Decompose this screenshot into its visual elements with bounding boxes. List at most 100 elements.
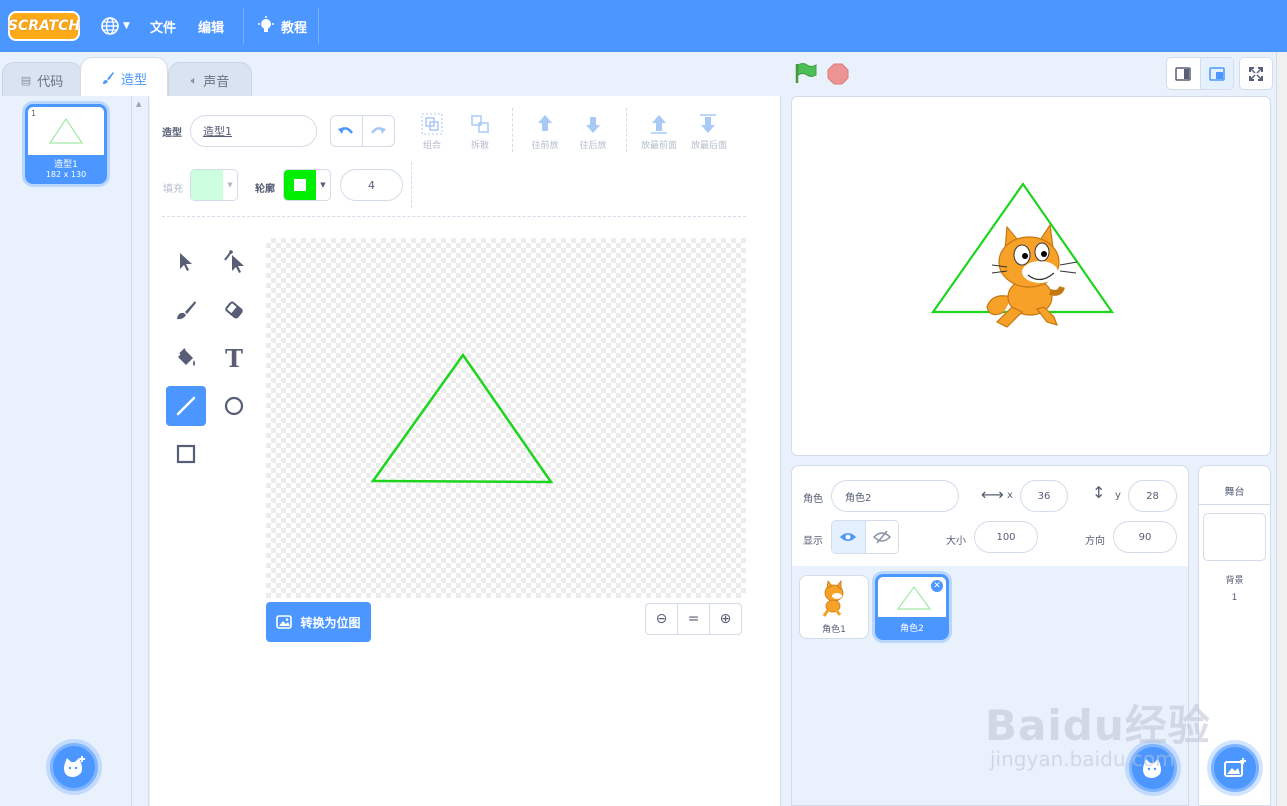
stop-icon [827, 63, 849, 85]
fullscreen-button[interactable] [1239, 57, 1273, 90]
zoom-out-icon: ⊖ [655, 611, 668, 627]
scroll-up-icon[interactable]: ▲ [136, 100, 141, 108]
forward-button[interactable] [535, 113, 555, 139]
eraser-tool[interactable] [214, 290, 254, 330]
zoom-in-button[interactable]: ⊕ [710, 604, 741, 634]
chevron-down-icon: ▼ [227, 181, 233, 189]
fill-tool[interactable] [166, 338, 206, 378]
costume-dimensions: 182 x 130 [45, 170, 87, 179]
direction-label: 方向 [1085, 536, 1105, 547]
backward-label: 往后放 [579, 141, 607, 151]
hide-button[interactable] [865, 521, 898, 553]
stage-size-toggle [1166, 57, 1234, 90]
delete-sprite-button[interactable]: ✕ [930, 579, 944, 593]
size-input[interactable]: 100 [974, 521, 1038, 553]
stage-title: 舞台 [1224, 487, 1245, 498]
back-button[interactable] [698, 113, 718, 139]
eraser-icon [225, 301, 243, 319]
paint-canvas[interactable] [266, 238, 746, 598]
scratch-logo[interactable]: SCRATCH [8, 11, 80, 41]
show-button[interactable] [832, 521, 866, 553]
sprite-card-name: 角色1 [822, 625, 846, 635]
rectangle-icon [176, 444, 196, 464]
image-icon [276, 615, 293, 629]
eye-slash-icon [872, 530, 891, 544]
reshape-tool[interactable] [214, 242, 254, 282]
tab-code[interactable]: ▤ 代码 [2, 62, 82, 98]
ungroup-label: 拆散 [470, 141, 489, 151]
costume-list [0, 96, 132, 806]
costume-item[interactable]: 1 造型1 182 x 130 [25, 104, 107, 184]
chevron-down-icon: ▼ [123, 21, 130, 31]
direction-input[interactable]: 90 [1113, 521, 1177, 553]
edit-menu[interactable]: 编辑 [198, 0, 224, 52]
circle-tool[interactable] [214, 386, 254, 426]
y-input[interactable]: 28 [1128, 480, 1177, 512]
outline-width-input[interactable]: 4 [340, 169, 403, 201]
cat-add-icon [64, 756, 85, 777]
fill-color-picker[interactable]: ▼ [190, 169, 238, 201]
front-button[interactable] [649, 113, 669, 139]
lightbulb-icon [258, 16, 274, 32]
costume-name-input[interactable]: 造型1 [190, 115, 317, 147]
costume-name: 造型1 [54, 160, 78, 170]
speaker-icon: 🔈︎ [190, 73, 198, 87]
toolbar-separator [162, 216, 746, 217]
file-menu[interactable]: 文件 [150, 0, 176, 52]
select-tool[interactable] [166, 242, 206, 282]
redo-icon [371, 127, 387, 134]
zoom-reset-button[interactable]: = [678, 604, 710, 634]
menu-bar: SCRATCH ▼ 文件 编辑 教程 [0, 0, 1287, 52]
brush-icon [102, 72, 114, 84]
image-add-icon [1224, 758, 1246, 777]
sprite-name-input[interactable]: 角色2 [831, 480, 959, 512]
ungroup-icon [471, 115, 489, 133]
toolbar-divider [411, 162, 412, 208]
fullscreen-icon [1249, 66, 1263, 81]
large-stage-button[interactable] [1200, 58, 1233, 89]
ungroup-button[interactable] [469, 113, 491, 139]
backdrops-label: 背景 [1225, 576, 1244, 586]
arrow-down-icon [586, 117, 600, 133]
triangle-drawing[interactable] [266, 238, 746, 598]
baidu-watermark: Baidu经验 [985, 701, 1211, 750]
outline-color-picker[interactable]: ▼ [283, 169, 331, 201]
back-label: 放最后面 [690, 141, 727, 151]
backward-button[interactable] [583, 113, 603, 139]
choose-backdrop-button[interactable] [1211, 744, 1259, 792]
sprite-card[interactable]: 角色2 ✕ [875, 574, 949, 640]
paint-bucket-icon [178, 348, 195, 366]
group-button[interactable] [421, 113, 443, 139]
tab-sounds[interactable]: 🔈︎ 声音 [168, 62, 252, 98]
stop-button[interactable] [827, 63, 849, 89]
circle-icon [224, 396, 244, 416]
costume-list-scrollbar[interactable]: ▲ [132, 96, 149, 806]
costume-name-label: 造型 [162, 128, 182, 139]
watermark-url: jingyan.baidu.com [990, 747, 1175, 771]
small-stage-button[interactable] [1167, 58, 1201, 89]
green-flag-button[interactable] [794, 62, 818, 88]
green-flag-icon [795, 63, 817, 83]
toolbar-divider [626, 108, 627, 152]
outline-swatch [284, 170, 316, 200]
undo-button[interactable] [331, 116, 363, 146]
redo-button[interactable] [363, 116, 394, 146]
brush-tool[interactable] [166, 290, 206, 330]
stage[interactable] [791, 96, 1271, 456]
language-menu[interactable]: ▼ [100, 0, 130, 52]
x-arrows-icon: ⟷ [981, 485, 1004, 504]
y-label: y [1115, 490, 1121, 501]
sprite-card[interactable]: 角色1 [799, 575, 869, 639]
text-tool[interactable]: T [214, 338, 254, 378]
tutorials-menu[interactable]: 教程 [257, 0, 307, 52]
line-tool[interactable] [166, 386, 206, 426]
convert-to-bitmap-button[interactable]: 转换为位图 [266, 602, 371, 642]
tab-costumes[interactable]: 造型 [80, 57, 168, 98]
small-stage-icon [1175, 66, 1191, 81]
rectangle-tool[interactable] [166, 434, 206, 474]
zoom-out-button[interactable]: ⊖ [646, 604, 678, 634]
fill-swatch [191, 170, 223, 200]
outline-label: 轮廓 [255, 184, 275, 195]
x-input[interactable]: 36 [1020, 480, 1068, 512]
choose-costume-button[interactable] [50, 743, 98, 791]
